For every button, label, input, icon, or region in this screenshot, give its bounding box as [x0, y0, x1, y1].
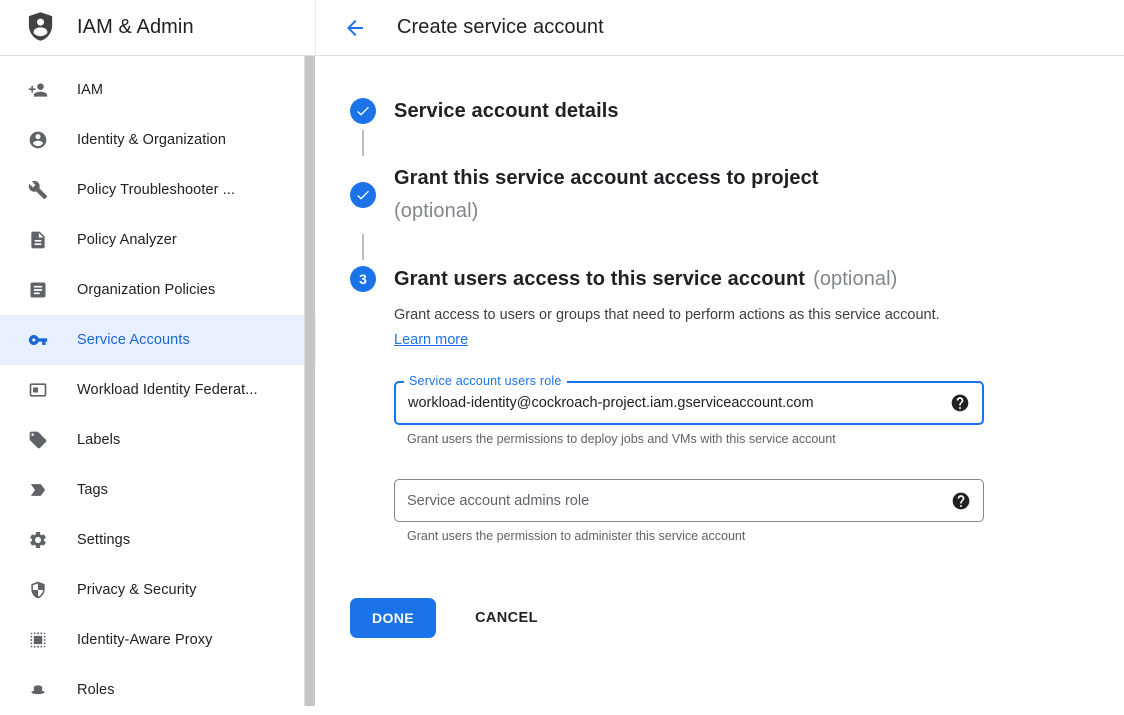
sidebar-item-identity-organization[interactable]: Identity & Organization [0, 115, 316, 165]
users-role-input[interactable] [408, 395, 940, 411]
main-panel: Create service account Service account d… [316, 0, 1124, 707]
sidebar-item-label: Settings [77, 532, 130, 548]
check-icon [350, 182, 376, 208]
proxy-frame-icon [28, 630, 48, 650]
users-role-field-group: Service account users role Grant users t… [394, 381, 984, 446]
sidebar-item-label: Policy Troubleshooter ... [77, 182, 235, 198]
sidebar-item-label: Organization Policies [77, 282, 215, 298]
sidebar-item-workload-identity-federation[interactable]: Workload Identity Federat... [0, 365, 316, 415]
step-3-description: Grant access to users or groups that nee… [394, 303, 959, 353]
sidebar-item-label: IAM [77, 82, 103, 98]
users-role-helper-text: Grant users the permissions to deploy jo… [407, 432, 984, 446]
sidebar-item-service-accounts[interactable]: Service Accounts [0, 315, 316, 365]
gear-icon [28, 530, 48, 550]
learn-more-link[interactable]: Learn more [394, 332, 468, 348]
sidebar-item-label: Labels [77, 432, 120, 448]
article-icon [28, 280, 48, 300]
document-icon [28, 230, 48, 250]
cancel-button[interactable]: CANCEL [467, 598, 546, 638]
shield-icon [28, 580, 48, 600]
sidebar-item-label: Tags [77, 482, 108, 498]
sidebar-item-labels[interactable]: Labels [0, 415, 316, 465]
step-3-badge: 3 [350, 266, 376, 292]
admins-role-field-group: Grant users the permission to administer… [394, 479, 984, 543]
account-circle-icon [28, 130, 48, 150]
hat-icon [28, 680, 48, 700]
stepper-connector [362, 234, 364, 260]
step-3-title: Grant users access to this service accou… [394, 266, 805, 292]
step-2-title: Grant this service account access to pro… [394, 162, 819, 195]
stepper-connector [362, 130, 364, 156]
step-1-row: Service account details [350, 98, 1124, 124]
sidebar-item-policy-analyzer[interactable]: Policy Analyzer [0, 215, 316, 265]
admins-role-field [394, 479, 984, 522]
help-icon[interactable] [951, 491, 971, 511]
sidebar-item-organization-policies[interactable]: Organization Policies [0, 265, 316, 315]
sidebar-header: IAM & Admin [0, 0, 316, 56]
page-title: Create service account [397, 16, 604, 39]
sidebar-item-policy-troubleshooter[interactable]: Policy Troubleshooter ... [0, 165, 316, 215]
sidebar-item-label: Roles [77, 682, 115, 698]
create-service-account-form: Service account details Grant this servi… [316, 56, 1124, 638]
arrow-tag-icon [28, 480, 48, 500]
step-3-body: Grant access to users or groups that nee… [394, 303, 1124, 543]
admins-role-helper-text: Grant users the permission to administer… [407, 529, 984, 543]
person-add-icon [28, 80, 48, 100]
product-title: IAM & Admin [77, 16, 194, 39]
step-3-optional-label: (optional) [813, 268, 897, 291]
iam-shield-person-icon [25, 11, 56, 45]
step-3-row: 3 Grant users access to this service acc… [350, 266, 1124, 292]
sidebar-scrollbar-thumb[interactable] [304, 56, 315, 706]
sidebar-nav: IAM Identity & Organization Policy Troub… [0, 56, 316, 715]
sidebar: IAM & Admin IAM Identity & Organization … [0, 0, 316, 707]
done-button[interactable]: DONE [350, 598, 436, 638]
sidebar-item-iam[interactable]: IAM [0, 65, 316, 115]
sidebar-item-label: Identity & Organization [77, 132, 226, 148]
sidebar-item-label: Workload Identity Federat... [77, 382, 258, 398]
sidebar-item-label: Service Accounts [77, 332, 190, 348]
form-actions: DONE CANCEL [350, 598, 1124, 638]
description-text: Grant access to users or groups that nee… [394, 307, 940, 323]
step-1-title: Service account details [394, 98, 619, 124]
admins-role-input[interactable] [407, 493, 941, 509]
users-role-field-label: Service account users role [404, 374, 567, 388]
page-header: Create service account [316, 0, 1124, 56]
step-2-row: Grant this service account access to pro… [350, 162, 1124, 228]
step-2-optional-label: (optional) [394, 195, 819, 228]
sidebar-item-tags[interactable]: Tags [0, 465, 316, 515]
sidebar-item-roles[interactable]: Roles [0, 665, 316, 715]
card-icon [28, 380, 48, 400]
app-window: IAM & Admin IAM Identity & Organization … [0, 0, 1124, 707]
check-icon [350, 98, 376, 124]
sidebar-item-settings[interactable]: Settings [0, 515, 316, 565]
help-icon[interactable] [950, 393, 970, 413]
back-arrow-icon[interactable] [343, 16, 367, 40]
sidebar-item-identity-aware-proxy[interactable]: Identity-Aware Proxy [0, 615, 316, 665]
sidebar-item-privacy-security[interactable]: Privacy & Security [0, 565, 316, 615]
step-3-number: 3 [359, 271, 367, 287]
wrench-icon [28, 180, 48, 200]
sidebar-item-label: Policy Analyzer [77, 232, 177, 248]
sidebar-item-label: Privacy & Security [77, 582, 196, 598]
key-icon [28, 330, 48, 350]
users-role-field: Service account users role [394, 381, 984, 425]
sidebar-item-label: Identity-Aware Proxy [77, 632, 213, 648]
tag-icon [28, 430, 48, 450]
